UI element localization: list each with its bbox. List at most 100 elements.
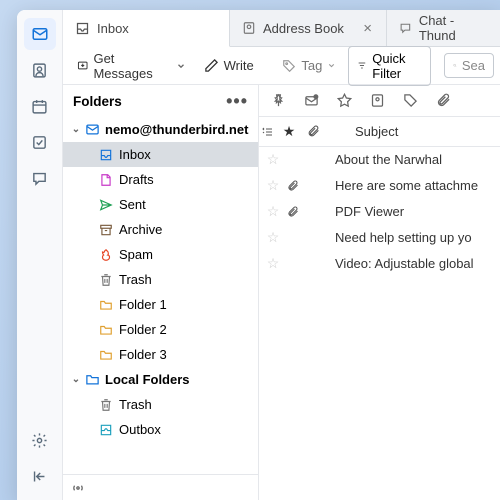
get-messages-dropdown[interactable] — [170, 56, 192, 76]
folder-pane: Folders ••• ⌄ nemo@thunderbird.net Inbox — [63, 85, 259, 500]
folder-label: Sent — [119, 197, 146, 212]
starred-filter[interactable] — [333, 90, 356, 111]
inbox-icon — [75, 21, 90, 36]
space-chat[interactable] — [24, 162, 56, 194]
filter-icon — [357, 59, 367, 72]
space-mail[interactable] — [24, 18, 56, 50]
space-address-book[interactable] — [24, 54, 56, 86]
pencil-icon — [204, 58, 219, 73]
folder-inbox[interactable]: Inbox — [63, 142, 258, 167]
message-list: ☆ About the Narwhal ☆ Here are some atta… — [259, 147, 500, 500]
col-starred[interactable]: ★ — [277, 123, 301, 140]
folder-label: Trash — [119, 272, 152, 287]
tab-chat[interactable]: Chat - Thund — [387, 10, 500, 46]
attachment-filter[interactable] — [432, 90, 455, 111]
write-label: Write — [224, 58, 254, 73]
download-icon — [77, 58, 88, 73]
archive-icon — [97, 223, 115, 237]
search-input[interactable]: Sea — [444, 53, 494, 78]
col-attachment[interactable] — [301, 125, 325, 138]
folder-spam[interactable]: Spam — [63, 242, 258, 267]
status-bar — [63, 474, 258, 500]
folder-archive[interactable]: Archive — [63, 217, 258, 242]
message-row[interactable]: ☆ PDF Viewer — [259, 199, 500, 225]
star-icon[interactable]: ☆ — [259, 229, 287, 246]
star-icon[interactable]: ☆ — [259, 255, 287, 272]
tab-inbox[interactable]: Inbox — [63, 10, 230, 47]
account-name: nemo@thunderbird.net — [105, 122, 248, 137]
space-calendar[interactable] — [24, 90, 56, 122]
quick-filter-button[interactable]: Quick Filter — [348, 46, 431, 86]
space-collapse[interactable] — [24, 460, 56, 492]
chat-icon — [399, 21, 412, 35]
folder-sent[interactable]: Sent — [63, 192, 258, 217]
quick-filter-label: Quick Filter — [372, 51, 422, 81]
folder-folder2[interactable]: Folder 2 — [63, 317, 258, 342]
star-icon[interactable]: ☆ — [259, 151, 287, 168]
folder-local-trash[interactable]: Trash — [63, 392, 258, 417]
folder-label: Inbox — [119, 147, 151, 162]
spaces-toolbar — [17, 10, 63, 500]
trash-icon — [97, 398, 115, 412]
column-header-row: ★ Subject — [259, 117, 500, 147]
contact-filter[interactable] — [366, 90, 389, 111]
activity-icon[interactable] — [71, 481, 85, 495]
folder-outbox[interactable]: Outbox — [63, 417, 258, 442]
main-area: Inbox Address Book × Chat - Thund Get Me… — [63, 10, 500, 500]
tag-button[interactable]: Tag — [274, 53, 344, 78]
col-thread[interactable] — [259, 126, 277, 138]
write-button[interactable]: Write — [196, 53, 262, 78]
message-row[interactable]: ☆ Video: Adjustable global — [259, 251, 500, 277]
pin-filter[interactable] — [267, 90, 290, 111]
outbox-icon — [97, 423, 115, 437]
folder-label: Trash — [119, 397, 152, 412]
close-icon[interactable]: × — [361, 20, 374, 37]
tab-label: Chat - Thund — [419, 13, 488, 43]
subject-cell: About the Narwhal — [315, 152, 500, 167]
attachment-icon — [287, 180, 315, 192]
inbox-icon — [97, 148, 115, 162]
folder-label: Outbox — [119, 422, 161, 437]
message-pane: ★ Subject ☆ About the Narwhal ☆ Here are… — [259, 85, 500, 500]
account-local-folders[interactable]: ⌄ Local Folders — [63, 367, 258, 392]
chevron-down-icon — [327, 61, 336, 70]
address-book-icon — [242, 21, 256, 35]
account-row[interactable]: ⌄ nemo@thunderbird.net — [63, 117, 258, 142]
folder-tree: ⌄ nemo@thunderbird.net Inbox Drafts — [63, 117, 258, 500]
account-name: Local Folders — [105, 372, 190, 387]
subject-cell: Need help setting up yo — [315, 230, 500, 245]
mail-account-icon — [83, 122, 101, 137]
space-tasks[interactable] — [24, 126, 56, 158]
folder-label: Archive — [119, 222, 162, 237]
folder-label: Drafts — [119, 172, 154, 187]
folder-pane-menu[interactable]: ••• — [226, 91, 248, 112]
get-messages-button[interactable]: Get Messages — [69, 46, 166, 86]
tag-icon — [282, 59, 296, 73]
twisty-icon[interactable]: ⌄ — [69, 374, 83, 385]
folder-trash[interactable]: Trash — [63, 267, 258, 292]
unread-filter[interactable] — [300, 90, 323, 111]
folder-folder3[interactable]: Folder 3 — [63, 342, 258, 367]
star-icon[interactable]: ☆ — [259, 177, 287, 194]
folder-folder1[interactable]: Folder 1 — [63, 292, 258, 317]
message-row[interactable]: ☆ Need help setting up yo — [259, 225, 500, 251]
tab-address-book[interactable]: Address Book × — [230, 10, 387, 46]
folder-drafts[interactable]: Drafts — [63, 167, 258, 192]
chevron-down-icon — [176, 61, 186, 71]
star-icon[interactable]: ☆ — [259, 203, 287, 220]
sent-icon — [97, 198, 115, 212]
message-row[interactable]: ☆ About the Narwhal — [259, 147, 500, 173]
space-settings[interactable] — [24, 424, 56, 456]
message-row[interactable]: ☆ Here are some attachme — [259, 173, 500, 199]
folder-icon — [97, 348, 115, 362]
twisty-icon[interactable]: ⌄ — [69, 124, 83, 135]
folder-label: Folder 3 — [119, 347, 167, 362]
app-window: Inbox Address Book × Chat - Thund Get Me… — [17, 10, 500, 500]
tag-filter[interactable] — [399, 90, 422, 111]
trash-icon — [97, 273, 115, 287]
tab-label: Address Book — [263, 21, 344, 36]
tab-bar: Inbox Address Book × Chat - Thund — [63, 10, 500, 47]
tab-label: Inbox — [97, 21, 129, 36]
col-subject[interactable]: Subject — [325, 124, 500, 139]
quick-filter-bar — [259, 85, 500, 117]
